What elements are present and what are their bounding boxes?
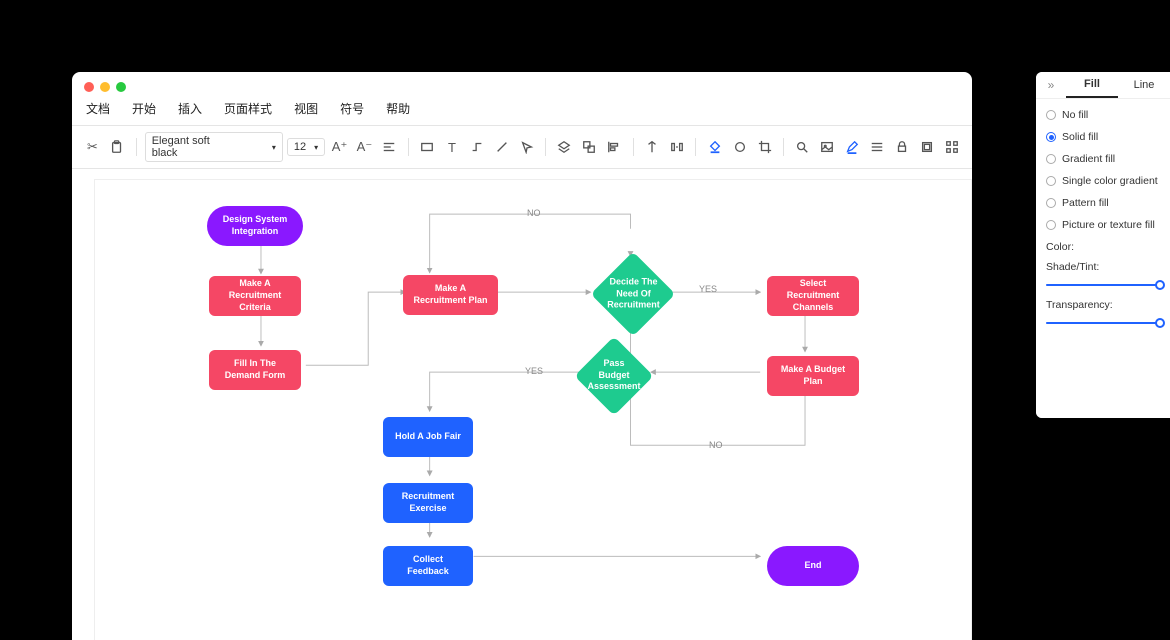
paste-icon[interactable]	[107, 136, 128, 158]
connector-icon[interactable]	[466, 136, 487, 158]
menu-insert[interactable]: 插入	[178, 100, 202, 117]
slider-shade-tint[interactable]	[1046, 279, 1160, 291]
more-icon[interactable]	[941, 136, 962, 158]
pointer-icon[interactable]	[516, 136, 537, 158]
label-transparency: Transparency:	[1046, 299, 1160, 311]
tab-fill[interactable]: Fill	[1066, 72, 1118, 98]
text-tool-icon[interactable]: T	[442, 136, 463, 158]
chevron-down-icon: ▾	[272, 143, 276, 152]
radio-no-fill[interactable]: No fill	[1046, 109, 1160, 121]
menu-view[interactable]: 视图	[294, 100, 318, 117]
align-icon[interactable]	[379, 136, 400, 158]
canvas[interactable]: Design System Integration Make A Recruit…	[72, 169, 972, 640]
menu-start[interactable]: 开始	[132, 100, 156, 117]
menu-bar: 文档 开始 插入 页面样式 视图 符号 帮助	[72, 98, 972, 125]
close-window-button[interactable]	[84, 82, 94, 92]
increase-font-icon[interactable]: A⁺	[329, 136, 350, 158]
cut-icon[interactable]: ✂	[82, 136, 103, 158]
style-icon[interactable]	[867, 136, 888, 158]
menu-symbol[interactable]: 符号	[340, 100, 364, 117]
menu-page-style[interactable]: 页面样式	[224, 100, 272, 117]
panel-header: » Fill Line	[1036, 72, 1170, 99]
rectangle-shape-icon[interactable]	[417, 136, 438, 158]
lock-icon[interactable]	[891, 136, 912, 158]
toolbar: ✂ Elegant soft black ▾ 12 ▾ A⁺ A⁻ T	[72, 125, 972, 169]
label-yes-left: YES	[525, 366, 543, 376]
node-job-fair[interactable]: Hold A Job Fair	[383, 417, 473, 457]
node-recruit-plan[interactable]: Make A Recruitment Plan	[403, 275, 498, 315]
search-icon[interactable]	[792, 136, 813, 158]
label-no-bottom: NO	[709, 440, 723, 450]
minimize-window-button[interactable]	[100, 82, 110, 92]
panel-body: No fill Solid fill Gradient fill Single …	[1036, 99, 1170, 339]
shadow-icon[interactable]	[729, 136, 750, 158]
flip-icon[interactable]	[642, 136, 663, 158]
font-family-value: Elegant soft black	[152, 135, 232, 159]
align-objects-icon[interactable]	[604, 136, 625, 158]
group-icon[interactable]	[579, 136, 600, 158]
slider-transparency[interactable]	[1046, 317, 1160, 329]
label-color: Color:	[1046, 241, 1160, 253]
label-no-top: NO	[527, 208, 541, 218]
distribute-icon[interactable]	[667, 136, 688, 158]
chevron-down-icon: ▾	[314, 143, 318, 152]
fill-color-icon[interactable]	[704, 136, 725, 158]
label-yes-right: YES	[699, 284, 717, 294]
node-demand-form[interactable]: Fill In The Demand Form	[209, 350, 301, 390]
radio-gradient-fill[interactable]: Gradient fill	[1046, 153, 1160, 165]
node-pass-budget[interactable]: Pass Budget Assessment	[574, 336, 653, 415]
decrease-font-icon[interactable]: A⁻	[354, 136, 375, 158]
radio-solid-fill[interactable]: Solid fill	[1046, 131, 1160, 143]
radio-single-gradient[interactable]: Single color gradient	[1046, 175, 1160, 187]
label-shade-tint: Shade/Tint:	[1046, 261, 1160, 273]
properties-panel: » Fill Line No fill Solid fill Gradient …	[1036, 72, 1170, 418]
font-size-select[interactable]: 12 ▾	[287, 138, 325, 156]
menu-help[interactable]: 帮助	[386, 100, 410, 117]
node-collect-feedback[interactable]: Collect Feedback	[383, 546, 473, 586]
node-end[interactable]: End	[767, 546, 859, 586]
font-size-value: 12	[294, 141, 306, 153]
window-controls	[72, 72, 972, 98]
menu-document[interactable]: 文档	[86, 100, 110, 117]
font-family-select[interactable]: Elegant soft black ▾	[145, 132, 283, 162]
layers-icon[interactable]	[554, 136, 575, 158]
node-decide-need[interactable]: Decide The Need Of Recruitment	[591, 252, 676, 337]
radio-picture-fill[interactable]: Picture or texture fill	[1046, 219, 1160, 231]
node-select-channels[interactable]: Select Recruitment Channels	[767, 276, 859, 316]
node-recruit-exercise[interactable]: Recruitment Exercise	[383, 483, 473, 523]
crop-icon[interactable]	[754, 136, 775, 158]
image-icon[interactable]	[817, 136, 838, 158]
node-design-system[interactable]: Design System Integration	[207, 206, 303, 246]
node-budget-plan[interactable]: Make A Budget Plan	[767, 356, 859, 396]
main-app-window: 文档 开始 插入 页面样式 视图 符号 帮助 ✂ Elegant soft bl…	[72, 72, 972, 640]
node-recruit-criteria[interactable]: Make A Recruitment Criteria	[209, 276, 301, 316]
canvas-page: Design System Integration Make A Recruit…	[94, 179, 972, 640]
panel-collapse-button[interactable]: »	[1036, 72, 1066, 98]
line-tool-icon[interactable]	[491, 136, 512, 158]
frame-icon[interactable]	[916, 136, 937, 158]
pen-icon[interactable]	[842, 136, 863, 158]
tab-line[interactable]: Line	[1118, 73, 1170, 97]
radio-pattern-fill[interactable]: Pattern fill	[1046, 197, 1160, 209]
maximize-window-button[interactable]	[116, 82, 126, 92]
